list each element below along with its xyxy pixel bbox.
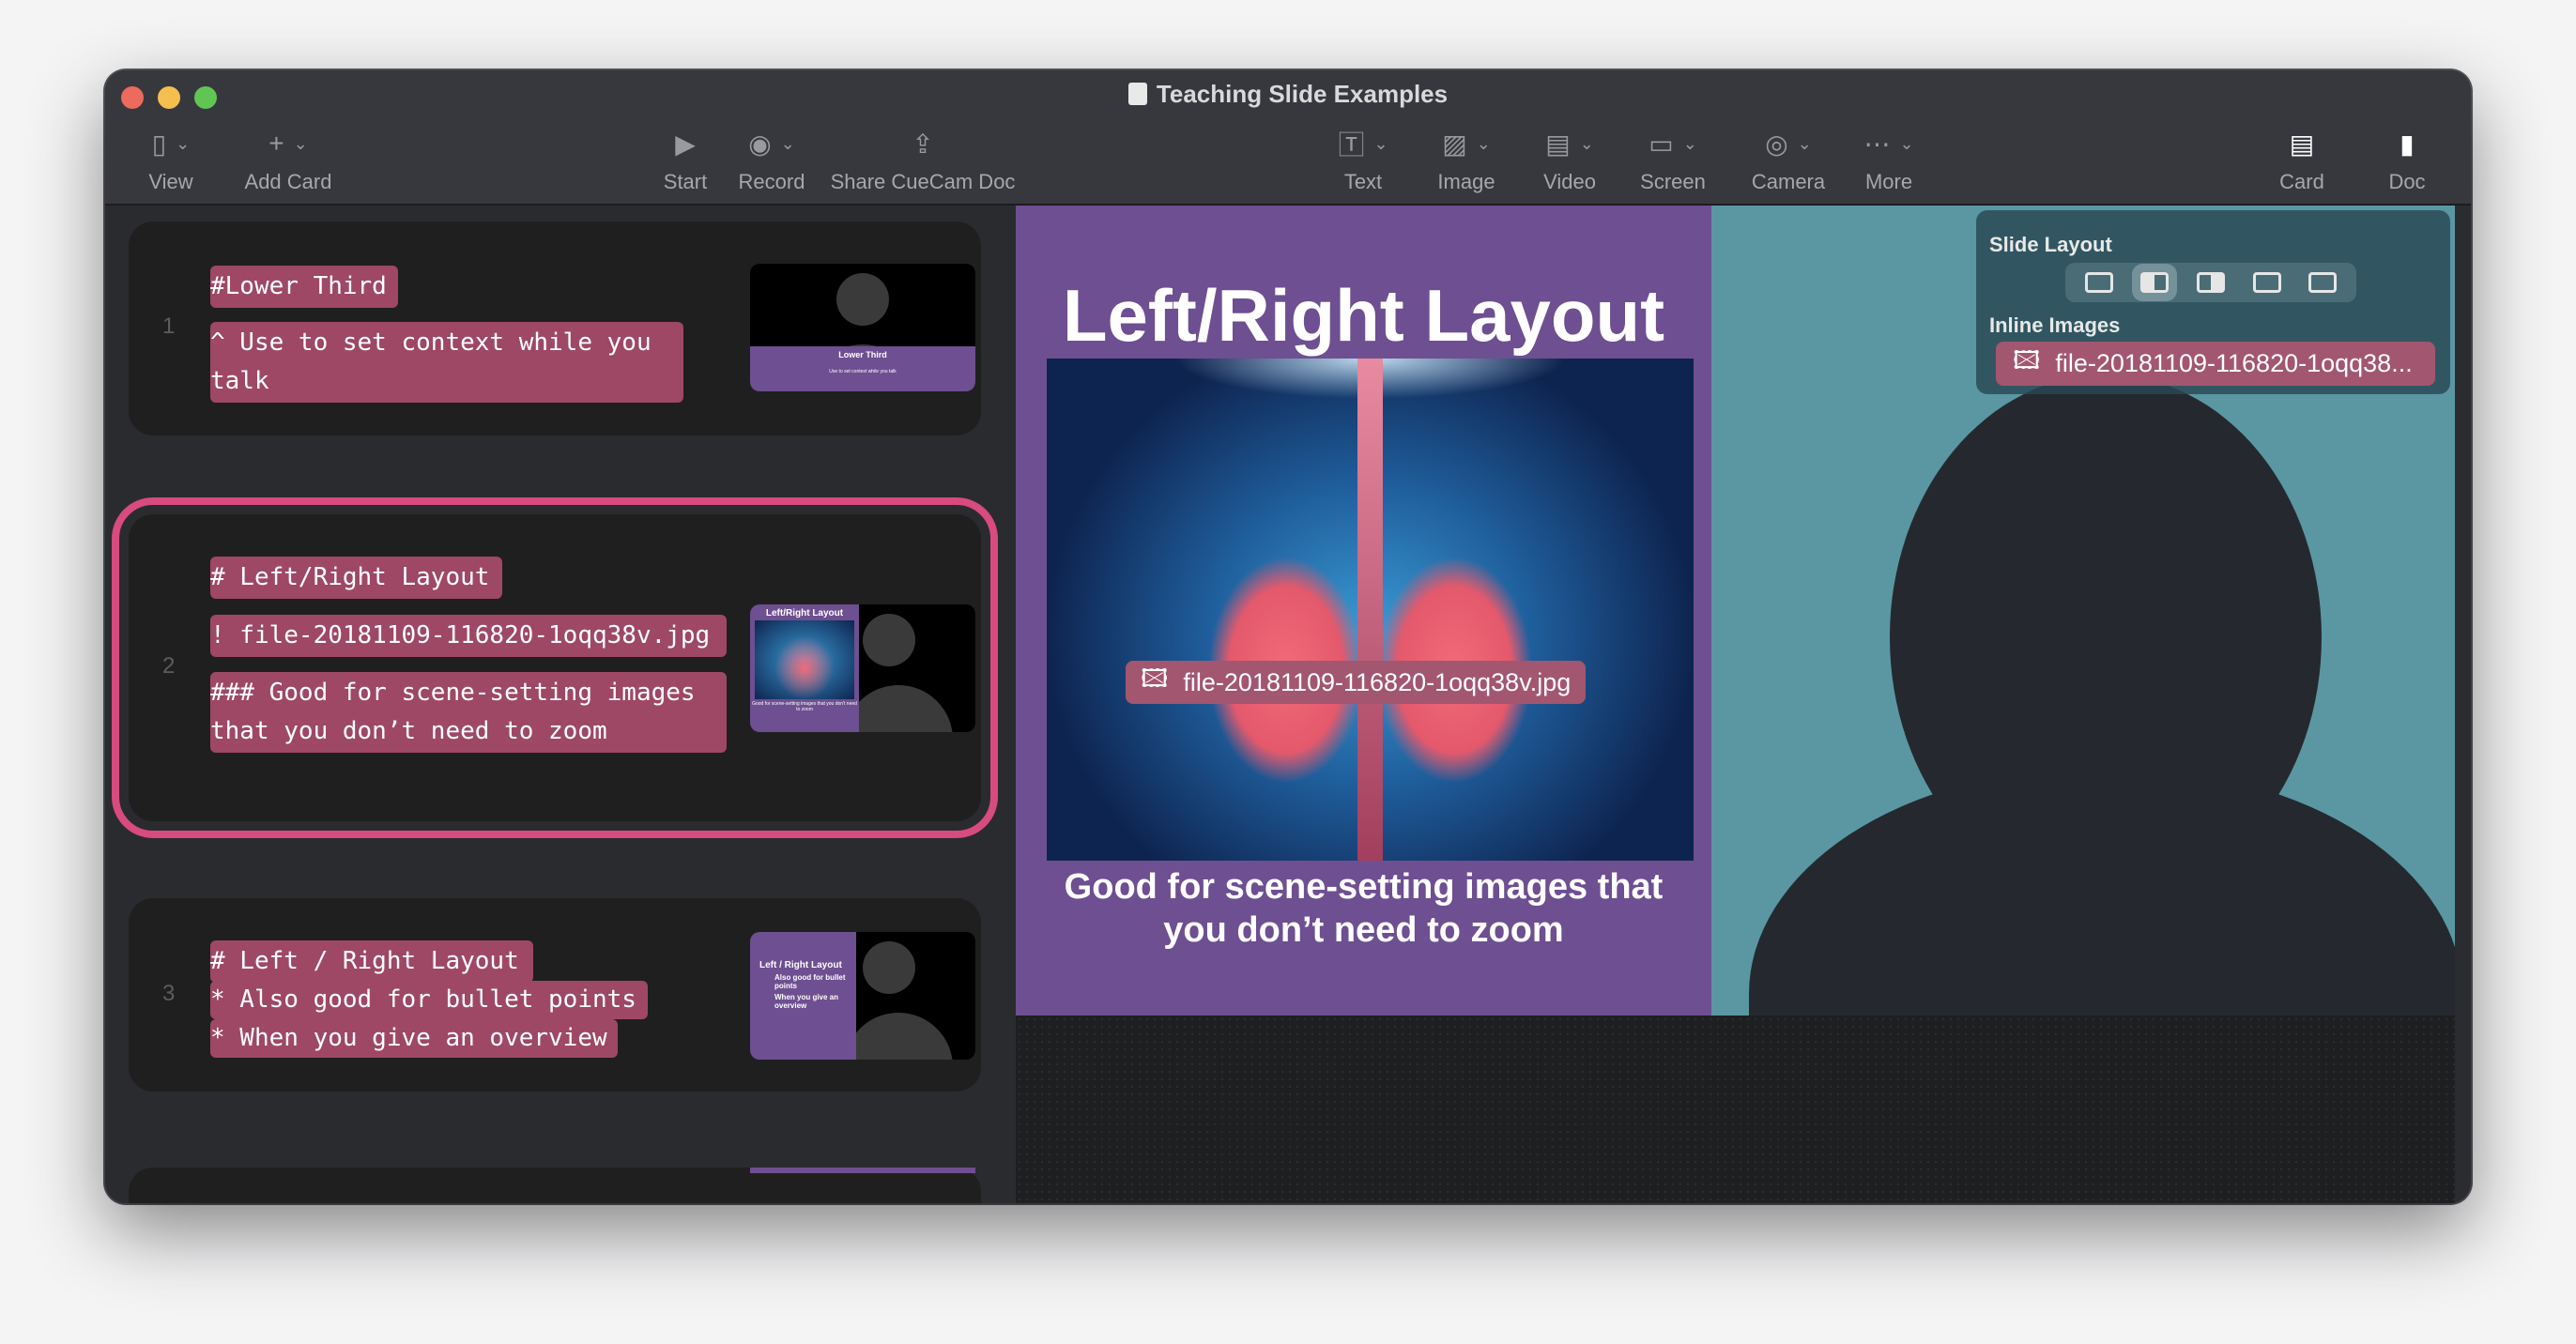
chevron-down-icon: ⌄ [1899,133,1914,153]
layout-right-option[interactable] [2196,272,2225,293]
more-button[interactable]: ⋯ ⌄ More [1842,125,1936,194]
card-line[interactable]: ^ Use to set context while you talk [210,322,683,403]
screen-icon: ▭ [1648,129,1674,159]
camera-button[interactable]: ◎ ⌄ Camera [1732,125,1845,194]
stage-background [1016,1016,2455,1203]
chevron-down-icon: ⌄ [1579,133,1594,153]
video-icon: ▤ [1545,129,1571,159]
chevron-down-icon: ⌄ [1797,133,1812,153]
card-line[interactable]: # Left/Right Layout [210,557,502,599]
screen-button[interactable]: ▭ ⌄ Screen [1626,125,1720,194]
card-line[interactable]: # Left / Right Layout [210,940,533,983]
video-button[interactable]: ▤ ⌄ Video [1523,125,1617,194]
chevron-down-icon: ⌄ [1682,133,1697,153]
toolbar: Teaching Slide Examples ▯ ⌄ View + ⌄ Add Car… [105,70,2471,206]
chevron-down-icon: ⌄ [780,133,795,153]
slide-caption: Good for scene-setting images that you d… [1064,867,1664,950]
camera-icon: ◎ [1765,129,1788,159]
card-thumbnail: Lower Third Use to set context while you… [750,264,975,391]
slide-title: Left/Right Layout [1062,274,1665,357]
card-line[interactable]: ! file-20181109-116820-1oqq38v.jpg [210,615,727,657]
layout-top-option[interactable] [2308,272,2338,293]
doc-button[interactable]: ▮ Doc [2369,125,2445,194]
share-button[interactable]: ⇪ Share CueCam Doc [823,125,1022,194]
chevron-down-icon: ⌄ [1373,133,1388,153]
layout-center-option[interactable] [2252,272,2281,293]
slide-preview: Left/Right Layout 🖾 file-20181109-116820-… [1016,206,1711,1016]
inline-image-item[interactable]: 🖾 file-20181109-116820-1oqq38... [1996,342,2435,386]
doc-icon: ▮ [2400,129,2415,159]
document-icon [1127,83,1147,105]
more-icon: ⋯ [1863,129,1891,159]
image-button[interactable]: ▨ ⌄ Image [1419,125,1513,194]
chevron-down-icon: ⌄ [1476,133,1491,153]
card-1[interactable]: 1 #Lower Third ^ Use to set context whil… [129,221,981,435]
record-icon: ◉ [748,129,772,159]
chevron-down-icon: ⌄ [176,133,191,153]
window-title: Teaching Slide Examples [105,80,2471,109]
start-button[interactable]: ▶ Start [638,125,732,194]
card-line[interactable]: ### Good for scene-setting images that y… [210,672,727,753]
layout-left-option-selected[interactable] [2140,272,2170,293]
card-thumbnail: Left / Right Layout Also good for bullet… [750,932,975,1060]
card-2-selected[interactable]: 2 # Left/Right Layout ! file-20181109-11… [112,497,998,838]
card-line[interactable]: * Also good for bullet points [210,981,648,1019]
lungs-image [1047,359,1694,861]
photos-icon: 🖾 [1141,664,1169,693]
play-icon: ▶ [675,129,696,159]
app-window: Teaching Slide Examples ▯ ⌄ View + ⌄ Add Car… [105,70,2471,1203]
chevron-down-icon: ⌄ [293,133,308,153]
card-line[interactable]: #Lower Third [210,266,398,308]
slide-layout-panel: Slide Layout Inline Images 🖾 file-2018110… [1976,210,2450,394]
layout-bottom-option[interactable] [2084,272,2113,293]
card-list: 1 #Lower Third ^ Use to set context whil… [105,206,1016,1203]
image-icon: ▨ [1442,129,1467,159]
view-button[interactable]: ▯ ⌄ View [124,125,218,194]
preview-stage: Left/Right Layout 🖾 file-20181109-116820-… [1016,206,2455,1203]
share-icon: ⇪ [912,129,934,159]
layout-segmented-control[interactable] [2065,263,2356,302]
inline-image-chip[interactable]: 🖾 file-20181109-116820-1oqq38v.jpg [1126,661,1587,704]
text-button[interactable]: 🅃 ⌄ Text [1326,125,1401,194]
card-thumbnail: Left/Right Layout Good for scene-setting… [750,604,975,732]
record-button[interactable]: ◉ ⌄ Record [720,125,823,194]
plus-icon: + [268,129,284,158]
camera-preview: Slide Layout Inline Images 🖾 file-2018110… [1711,206,2455,1016]
card-3[interactable]: 3 # Left / Right Layout * Also good for … [129,898,981,1092]
card-icon: ▤ [2289,129,2315,159]
sidebar-icon: ▯ [151,129,167,159]
text-icon: 🅃 [1338,130,1365,160]
add-card-button[interactable]: + ⌄ Add Card [218,125,359,194]
card-4[interactable] [129,1168,981,1203]
card-line[interactable]: * When you give an overview [210,1019,618,1058]
card-button[interactable]: ▤ Card [2264,125,2339,194]
photos-icon: 🖾 [2013,345,2041,374]
